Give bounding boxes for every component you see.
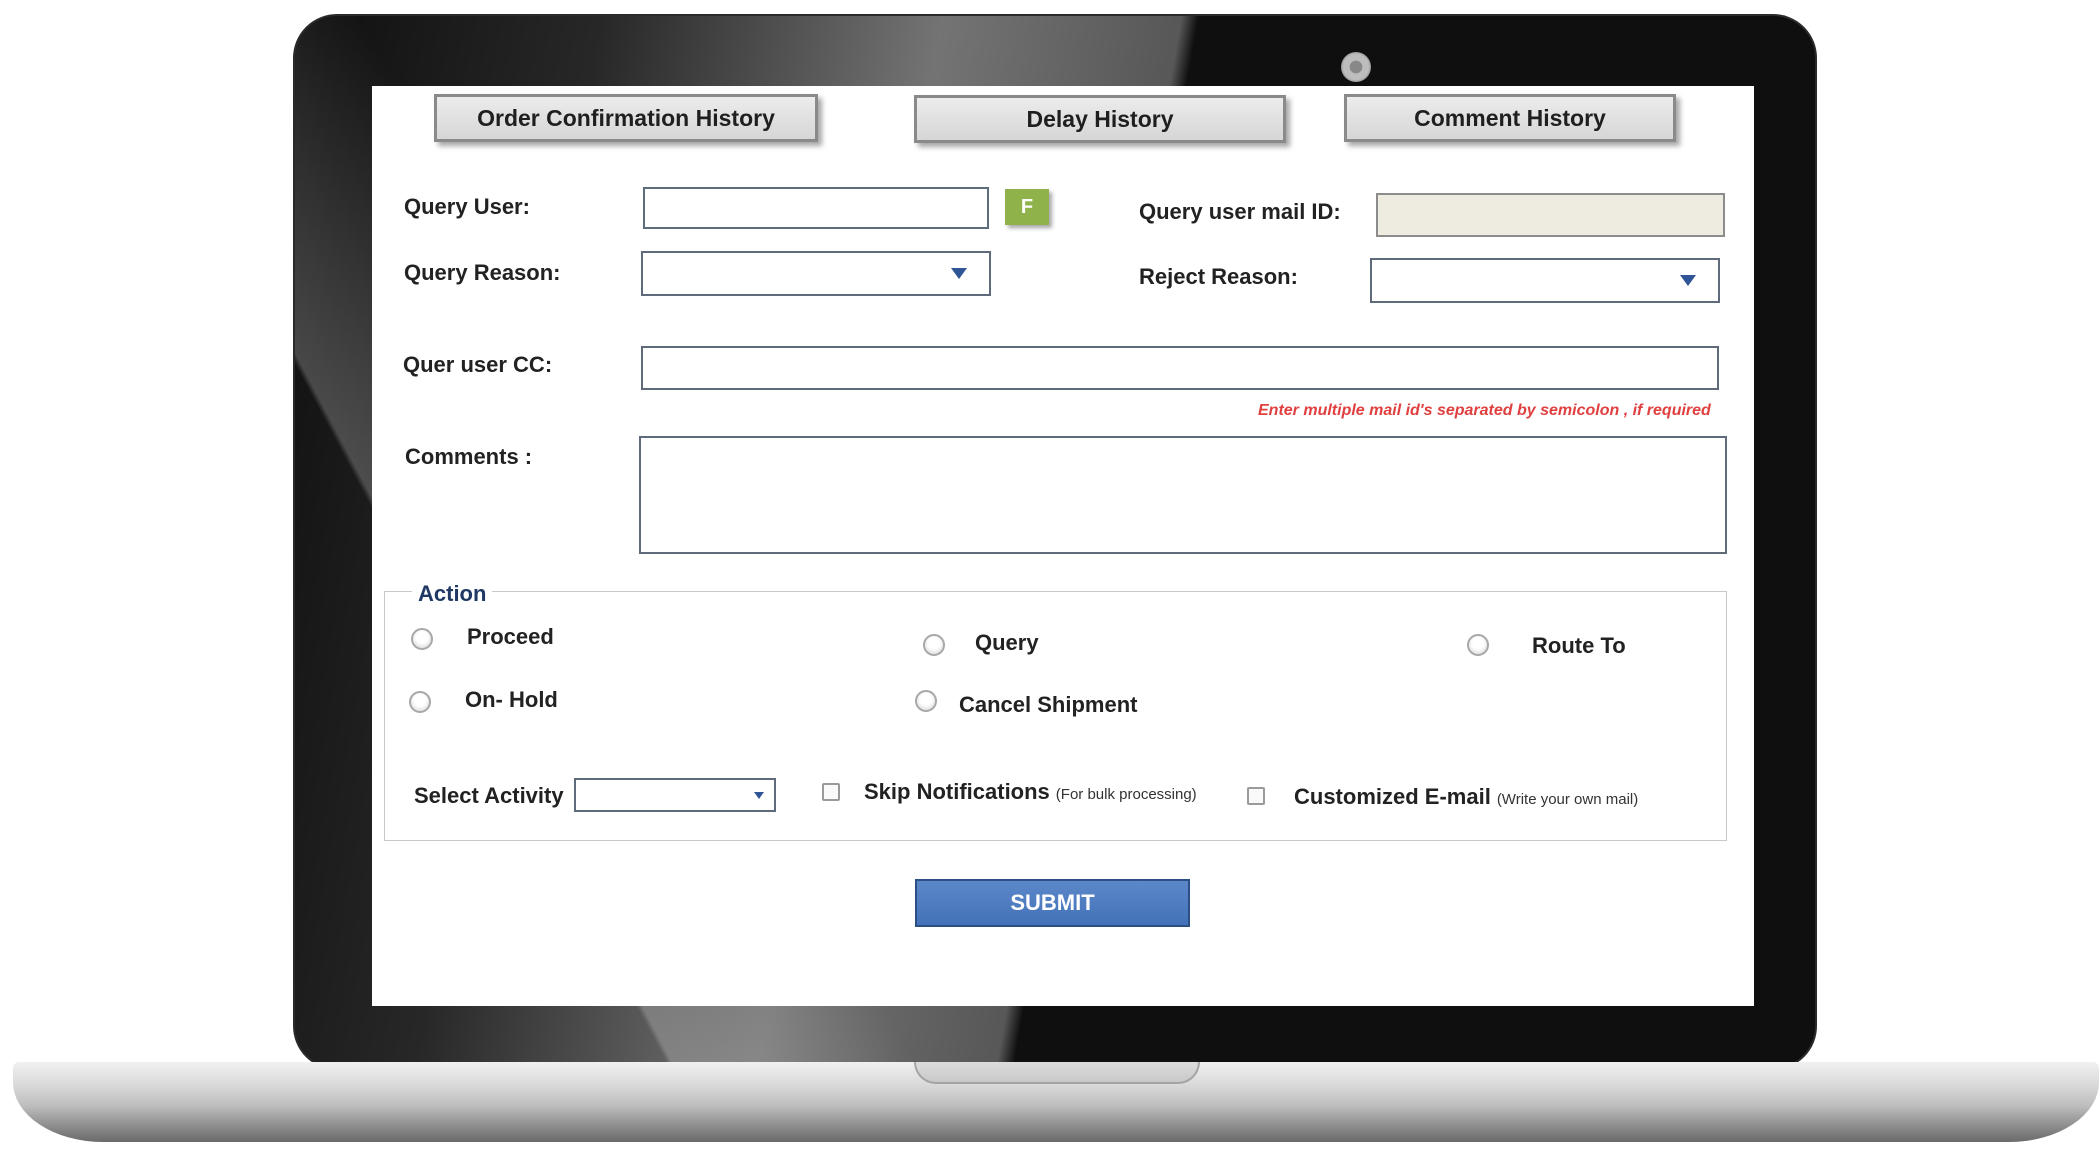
skip-notifications-note: (For bulk processing) <box>1055 786 1197 803</box>
chevron-down-icon <box>951 268 967 279</box>
customized-email-checkbox[interactable] <box>1247 787 1265 805</box>
query-radio[interactable] <box>923 634 945 656</box>
cc-hint-text: Enter multiple mail id's separated by se… <box>1258 402 1711 419</box>
on-hold-radio[interactable] <box>409 691 431 713</box>
customized-email-note: (Write your own mail) <box>1496 791 1639 808</box>
cancel-shipment-label: Cancel Shipment <box>959 692 1138 717</box>
cancel-shipment-radio[interactable] <box>915 690 937 712</box>
query-reason-label: Query Reason: <box>404 260 561 285</box>
query-user-mail-label: Query user mail ID: <box>1139 199 1341 224</box>
comments-textarea[interactable] <box>639 436 1727 554</box>
app-screen: Order Confirmation History Delay History… <box>372 86 1754 1006</box>
proceed-radio[interactable] <box>411 628 433 650</box>
query-label: Query <box>975 630 1039 655</box>
reject-reason-dropdown[interactable] <box>1370 258 1720 303</box>
query-user-input[interactable] <box>643 187 989 229</box>
find-user-button[interactable]: F <box>1005 189 1049 225</box>
laptop-opening-notch <box>914 1062 1200 1084</box>
skip-notifications-text: Skip Notifications <box>864 779 1050 804</box>
route-to-radio[interactable] <box>1467 634 1489 656</box>
chevron-down-icon <box>754 792 764 799</box>
query-user-mail-field <box>1376 193 1725 237</box>
tab-order-confirmation-history[interactable]: Order Confirmation History <box>434 94 818 142</box>
query-user-label: Query User: <box>404 194 530 219</box>
comments-label: Comments : <box>405 444 533 469</box>
tab-delay-history[interactable]: Delay History <box>914 95 1286 143</box>
skip-notifications-label: Skip Notifications (For bulk processing) <box>864 779 1197 805</box>
reject-reason-label: Reject Reason: <box>1139 264 1298 289</box>
action-legend: Action <box>412 581 493 607</box>
select-activity-label: Select Activity <box>414 783 564 808</box>
submit-button[interactable]: SUBMIT <box>915 879 1190 927</box>
tab-comment-history[interactable]: Comment History <box>1344 94 1676 142</box>
customized-email-text: Customized E-mail <box>1294 784 1491 809</box>
query-user-cc-label: Quer user CC: <box>403 352 553 377</box>
customized-email-label: Customized E-mail (Write your own mail) <box>1294 784 1638 810</box>
chevron-down-icon <box>1680 275 1696 286</box>
route-to-label: Route To <box>1532 633 1626 658</box>
select-activity-dropdown[interactable] <box>574 778 776 812</box>
query-reason-dropdown[interactable] <box>641 251 991 296</box>
query-user-cc-input[interactable] <box>641 346 1719 390</box>
webcam-icon <box>1341 52 1371 82</box>
proceed-label: Proceed <box>467 624 554 649</box>
on-hold-label: On- Hold <box>465 687 558 712</box>
skip-notifications-checkbox[interactable] <box>822 783 840 801</box>
